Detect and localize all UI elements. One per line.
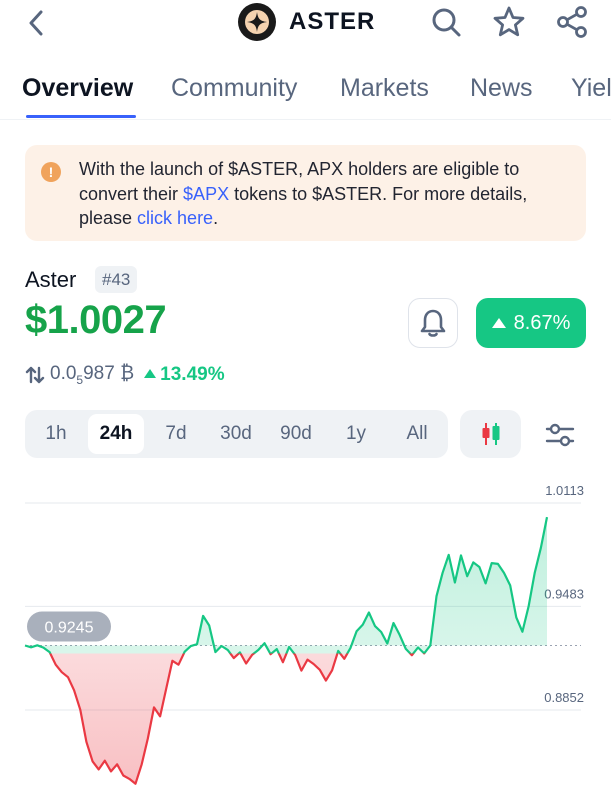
btc-price-prefix: 0.0 bbox=[50, 363, 77, 384]
info-icon: ! bbox=[41, 162, 61, 182]
tab-markets[interactable]: Markets bbox=[340, 74, 429, 103]
range-1h[interactable]: 1h bbox=[35, 414, 77, 454]
back-button[interactable] bbox=[22, 6, 50, 40]
price-chart[interactable]: 1.0113 0.9483 0.8852 0.9245 bbox=[0, 470, 611, 800]
star-icon bbox=[493, 6, 525, 37]
favorite-button[interactable] bbox=[491, 4, 527, 40]
aster-logo-icon bbox=[238, 3, 276, 41]
share-icon bbox=[557, 6, 587, 38]
y-tick-label: 0.8852 bbox=[544, 690, 584, 705]
candlestick-toggle[interactable] bbox=[460, 410, 521, 458]
btc-price-rest: 987 ₿ bbox=[83, 363, 135, 384]
btc-price: 0.05987 ₿ bbox=[50, 363, 134, 387]
apx-link[interactable]: $APX bbox=[183, 184, 229, 204]
notice-text-part: . bbox=[213, 208, 219, 228]
price-alert-button[interactable] bbox=[408, 298, 458, 348]
price-change-value: 8.67% bbox=[513, 311, 571, 334]
search-icon bbox=[432, 8, 461, 37]
btc-price-row: 0.05987 ₿ 13.49% bbox=[25, 362, 225, 388]
y-tick-label: 0.9483 bbox=[544, 586, 584, 601]
coin-price: $1.0027 bbox=[25, 298, 167, 342]
tab-overview[interactable]: Overview bbox=[22, 74, 133, 103]
share-button[interactable] bbox=[554, 4, 590, 40]
tab-news[interactable]: News bbox=[470, 74, 533, 103]
page-title: ASTER bbox=[289, 8, 376, 35]
chevron-left-icon bbox=[29, 10, 43, 36]
coin-header: ASTER bbox=[238, 3, 375, 41]
section-tabs: Overview Community Markets News Yiel bbox=[0, 66, 611, 120]
sliders-icon bbox=[545, 423, 575, 447]
reference-label: 0.9245 bbox=[45, 619, 94, 636]
time-range-selector: 1h 24h 7d 30d 90d 1y All bbox=[25, 410, 448, 458]
bell-icon bbox=[420, 309, 446, 337]
chart-settings-button[interactable] bbox=[540, 416, 580, 454]
notice-banner: ! With the launch of $ASTER, APX holders… bbox=[25, 145, 586, 241]
btc-change: 13.49% bbox=[144, 364, 225, 386]
caret-up-icon bbox=[144, 369, 157, 378]
swap-icon bbox=[25, 366, 45, 384]
y-tick-label: 1.0113 bbox=[545, 483, 584, 498]
tab-yield[interactable]: Yiel bbox=[571, 74, 611, 103]
range-1y[interactable]: 1y bbox=[337, 414, 375, 454]
caret-up-icon bbox=[491, 318, 506, 328]
range-30d[interactable]: 30d bbox=[211, 414, 261, 454]
top-bar: ASTER bbox=[0, 0, 611, 46]
range-90d[interactable]: 90d bbox=[271, 414, 321, 454]
range-7d[interactable]: 7d bbox=[155, 414, 197, 454]
btc-change-value: 13.49% bbox=[160, 364, 225, 385]
active-tab-indicator bbox=[26, 115, 136, 118]
range-all[interactable]: All bbox=[395, 414, 439, 454]
coin-name: Aster bbox=[25, 267, 77, 292]
rank-badge: #43 bbox=[95, 266, 138, 293]
notice-text: With the launch of $ASTER, APX holders a… bbox=[79, 157, 579, 231]
price-change-badge[interactable]: 8.67% bbox=[476, 298, 586, 348]
range-24h[interactable]: 24h bbox=[88, 414, 144, 454]
search-button[interactable] bbox=[428, 4, 464, 40]
candlestick-icon bbox=[482, 423, 499, 445]
tab-community[interactable]: Community bbox=[171, 74, 297, 103]
click-here-link[interactable]: click here bbox=[137, 208, 213, 228]
